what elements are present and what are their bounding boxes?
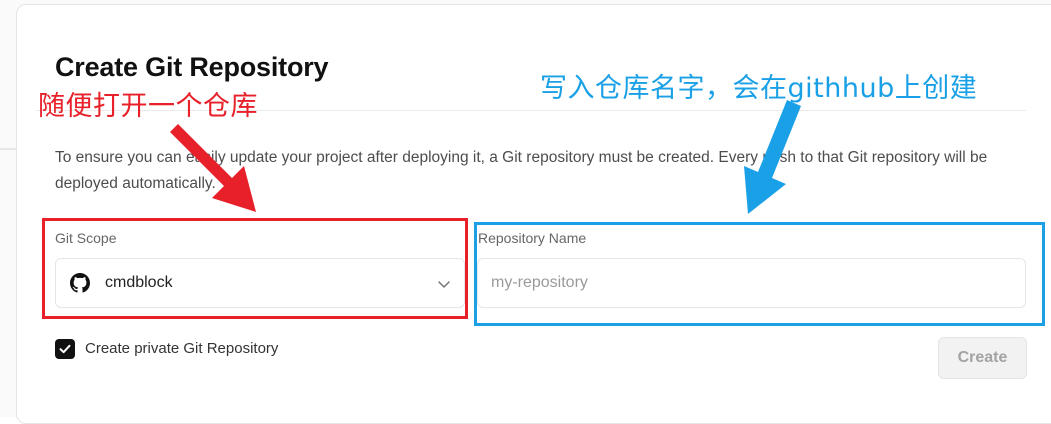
red-highlight-box — [42, 218, 468, 319]
blue-annotation-text: 写入仓库名字，会在githhub上创建 — [540, 73, 978, 104]
dialog-title: Create Git Repository — [55, 52, 329, 82]
background-divider — [0, 148, 16, 150]
checkmark-icon — [59, 344, 71, 354]
create-button[interactable]: Create — [938, 337, 1027, 379]
private-repository-checkbox[interactable] — [55, 339, 75, 359]
red-annotation-text: 随便打开一个仓库 — [38, 91, 258, 122]
private-repository-label[interactable]: Create private Git Repository — [85, 340, 278, 357]
dialog-description: To ensure you can easily update your pro… — [55, 149, 988, 192]
blue-highlight-box — [474, 222, 1045, 326]
